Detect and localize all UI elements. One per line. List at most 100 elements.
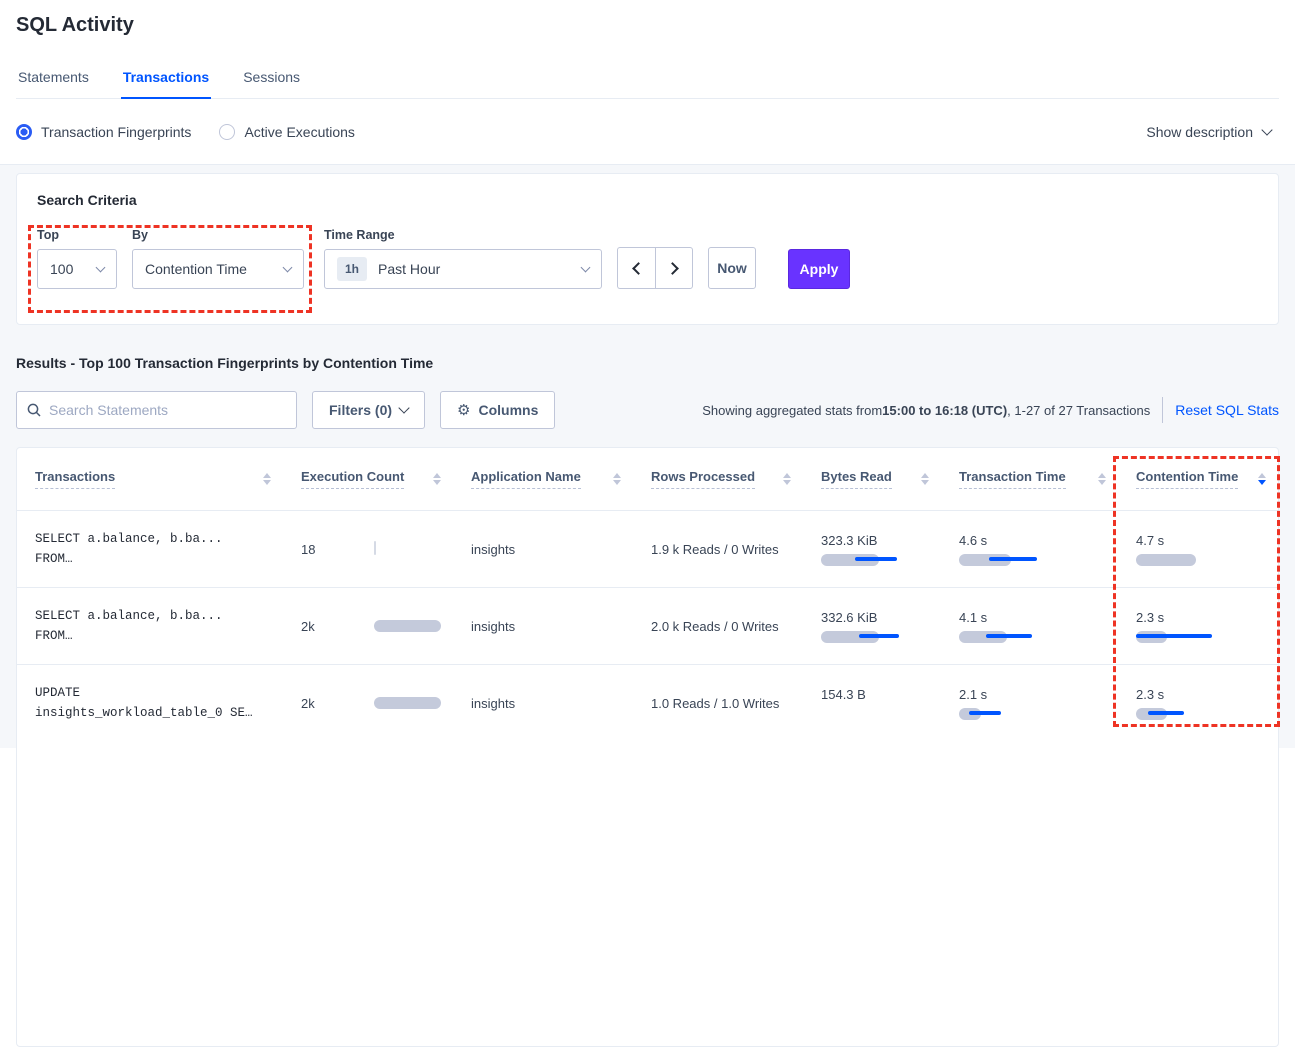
rows-processed-cell: 1.0 Reads / 1.0 Writes bbox=[633, 696, 803, 711]
by-label: By bbox=[132, 228, 304, 242]
column-header-transactions[interactable]: Transactions bbox=[17, 469, 283, 489]
contention-time-cell: 2.3 s bbox=[1118, 687, 1279, 719]
time-back-button[interactable] bbox=[617, 247, 655, 289]
transaction-fingerprint-link[interactable]: SELECT a.balance, b.ba... FROM… bbox=[17, 529, 283, 569]
time-range-select[interactable]: 1h Past Hour bbox=[324, 249, 602, 289]
search-statements-box bbox=[16, 391, 297, 429]
sql-line-1: SELECT a.balance, b.ba... bbox=[35, 606, 271, 626]
column-header-application-name[interactable]: Application Name bbox=[453, 469, 633, 489]
application-name-cell: insights bbox=[453, 619, 633, 634]
execution-count-cell: 2k bbox=[283, 619, 453, 634]
column-header-execution-count[interactable]: Execution Count bbox=[283, 469, 453, 489]
rows-processed-cell: 1.9 k Reads / 0 Writes bbox=[633, 542, 803, 557]
contention-time-bar bbox=[1136, 554, 1196, 566]
results-controls: Filters (0) ⚙ Columns Showing aggregated… bbox=[16, 391, 1279, 429]
stats-suffix: , 1-27 of 27 Transactions bbox=[1007, 403, 1150, 418]
top-select[interactable]: 100 bbox=[37, 249, 117, 289]
gear-icon: ⚙ bbox=[457, 401, 470, 419]
stats-prefix: Showing aggregated stats from bbox=[702, 403, 882, 418]
show-description-toggle[interactable]: Show description bbox=[1146, 124, 1271, 140]
table-header-row: Transactions Execution Count Application… bbox=[17, 448, 1278, 510]
transaction-time-value: 2.1 s bbox=[959, 687, 1106, 702]
columns-button[interactable]: ⚙ Columns bbox=[440, 391, 555, 429]
sort-icon-active bbox=[1258, 473, 1266, 485]
transaction-fingerprint-link[interactable]: SELECT a.balance, b.ba... FROM… bbox=[17, 606, 283, 646]
bytes-read-line bbox=[859, 634, 899, 638]
application-name-cell: insights bbox=[453, 542, 633, 557]
sql-line-1: SELECT a.balance, b.ba... bbox=[35, 529, 271, 549]
chevron-left-icon bbox=[632, 262, 645, 275]
transaction-time-line bbox=[986, 634, 1032, 638]
results-title: Results - Top 100 Transaction Fingerprin… bbox=[16, 355, 1279, 371]
sort-icon bbox=[1098, 473, 1106, 485]
bytes-read-value: 323.3 KiB bbox=[821, 533, 929, 548]
sql-line-1: UPDATE bbox=[35, 683, 271, 703]
apply-button[interactable]: Apply bbox=[788, 249, 850, 289]
radio-active-executions[interactable]: Active Executions bbox=[219, 124, 355, 140]
transaction-time-cell: 2.1 s bbox=[941, 687, 1118, 719]
bytes-read-value: 332.6 KiB bbox=[821, 610, 929, 625]
time-forward-button[interactable] bbox=[655, 247, 693, 289]
contention-time-value: 2.3 s bbox=[1136, 687, 1279, 702]
column-header-transaction-time[interactable]: Transaction Time bbox=[941, 469, 1118, 489]
radio-transaction-fingerprints[interactable]: Transaction Fingerprints bbox=[16, 124, 191, 140]
contention-time-cell: 4.7 s bbox=[1118, 533, 1279, 565]
show-description-label: Show description bbox=[1146, 124, 1253, 140]
column-header-bytes-read[interactable]: Bytes Read bbox=[803, 469, 941, 489]
tab-sessions[interactable]: Sessions bbox=[241, 63, 302, 98]
execution-count-cell: 18 bbox=[283, 542, 453, 557]
columns-label: Columns bbox=[478, 402, 538, 418]
sort-icon bbox=[263, 473, 271, 485]
chevron-down-icon bbox=[581, 263, 591, 273]
bytes-read-cell: 323.3 KiB bbox=[803, 533, 941, 565]
filters-label: Filters (0) bbox=[329, 402, 392, 418]
tab-transactions[interactable]: Transactions bbox=[121, 63, 211, 98]
transaction-time-cell: 4.6 s bbox=[941, 533, 1118, 565]
transaction-time-line bbox=[969, 711, 1001, 715]
transaction-time-value: 4.6 s bbox=[959, 533, 1106, 548]
search-icon bbox=[27, 403, 41, 417]
top-select-value: 100 bbox=[50, 261, 73, 277]
contention-time-value: 4.7 s bbox=[1136, 533, 1279, 548]
rows-processed-cell: 2.0 k Reads / 0 Writes bbox=[633, 619, 803, 634]
contention-time-cell: 2.3 s bbox=[1118, 610, 1279, 642]
stats-range: 15:00 to 16:18 (UTC) bbox=[882, 403, 1007, 418]
tab-bar: Statements Transactions Sessions bbox=[16, 63, 1279, 99]
time-range-group: Time Range 1h Past Hour bbox=[324, 228, 602, 289]
chevron-down-icon bbox=[1261, 124, 1272, 135]
radio-unselected-icon bbox=[219, 124, 235, 140]
time-step-buttons bbox=[617, 247, 693, 289]
sort-icon bbox=[613, 473, 621, 485]
tab-statements[interactable]: Statements bbox=[16, 63, 91, 98]
stats-summary: Showing aggregated stats from 15:00 to 1… bbox=[702, 403, 1150, 418]
application-name-cell: insights bbox=[453, 696, 633, 711]
transaction-time-cell: 4.1 s bbox=[941, 610, 1118, 642]
transaction-fingerprint-link[interactable]: UPDATE insights_workload_table_0 SE… bbox=[17, 683, 283, 723]
contention-time-line bbox=[1136, 634, 1212, 638]
top-label: Top bbox=[37, 228, 117, 242]
execution-count-bar bbox=[374, 541, 376, 555]
radio-label: Active Executions bbox=[244, 124, 355, 140]
page-header: SQL Activity Statements Transactions Ses… bbox=[0, 0, 1295, 99]
reset-sql-stats-link[interactable]: Reset SQL Stats bbox=[1175, 402, 1279, 418]
chevron-down-icon bbox=[283, 263, 293, 273]
sort-icon bbox=[921, 473, 929, 485]
transactions-table: Transactions Execution Count Application… bbox=[16, 447, 1279, 1047]
radio-label: Transaction Fingerprints bbox=[41, 124, 191, 140]
search-statements-input[interactable] bbox=[49, 402, 286, 418]
radio-selected-icon bbox=[16, 124, 32, 140]
bytes-read-cell: 154.3 B bbox=[803, 687, 941, 719]
top-group: Top 100 bbox=[37, 228, 117, 289]
by-select[interactable]: Contention Time bbox=[132, 249, 304, 289]
bytes-read-value: 154.3 B bbox=[821, 687, 929, 702]
column-header-rows-processed[interactable]: Rows Processed bbox=[633, 469, 803, 489]
table-row: SELECT a.balance, b.ba... FROM… 2k insig… bbox=[17, 587, 1278, 664]
filters-button[interactable]: Filters (0) bbox=[312, 391, 425, 429]
sql-line-2: insights_workload_table_0 SE… bbox=[35, 703, 271, 723]
sort-icon bbox=[783, 473, 791, 485]
by-select-value: Contention Time bbox=[145, 261, 247, 277]
search-criteria-title: Search Criteria bbox=[37, 192, 1258, 208]
now-button[interactable]: Now bbox=[708, 247, 756, 289]
column-header-contention-time[interactable]: Contention Time bbox=[1118, 469, 1278, 489]
search-criteria-controls: Top 100 By Contention Time Time Range 1h… bbox=[37, 228, 1258, 289]
